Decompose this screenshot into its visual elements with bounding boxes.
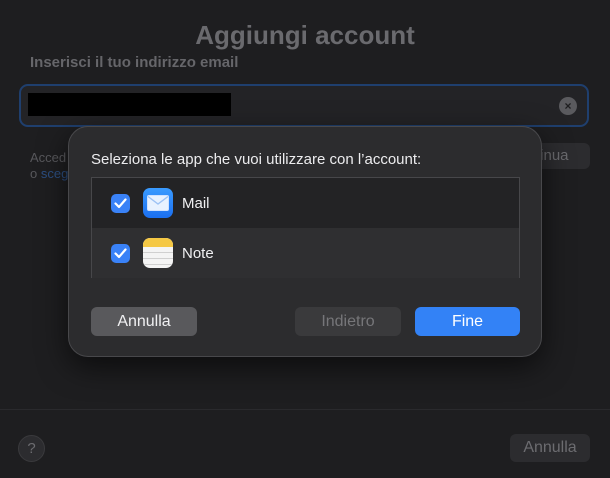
back-button[interactable]: Indietro xyxy=(295,307,401,336)
email-label: Inserisci il tuo indirizzo email xyxy=(30,54,239,71)
redacted-email xyxy=(28,93,231,116)
sheet-title: Seleziona le app che vuoi utilizzare con… xyxy=(91,151,422,168)
notes-icon xyxy=(143,238,173,268)
done-button[interactable]: Fine xyxy=(415,307,520,336)
app-name: Note xyxy=(182,244,214,262)
email-field[interactable]: × xyxy=(19,84,589,127)
mail-checkbox[interactable] xyxy=(111,193,130,213)
help-button[interactable]: ? xyxy=(18,435,45,462)
notes-checkbox[interactable] xyxy=(111,243,130,263)
checkmark-icon xyxy=(114,247,127,258)
app-selection-sheet: Seleziona le app che vuoi utilizzare con… xyxy=(68,126,542,357)
list-item-mail[interactable]: Mail xyxy=(92,178,519,228)
hint-prefix: o xyxy=(30,166,38,181)
divider xyxy=(0,409,610,410)
hint-link[interactable]: sceg xyxy=(41,166,68,181)
checkmark-icon xyxy=(114,197,127,208)
window-cancel-button[interactable]: Annulla xyxy=(510,434,590,462)
app-list: Mail Note xyxy=(91,177,520,278)
list-item-notes[interactable]: Note xyxy=(92,228,519,278)
cancel-button[interactable]: Annulla xyxy=(91,307,197,336)
app-name: Mail xyxy=(182,194,210,212)
clear-icon[interactable]: × xyxy=(559,97,577,115)
mail-icon xyxy=(143,188,173,218)
window-title: Aggiungi account xyxy=(195,20,415,50)
hint-line: Acced xyxy=(30,150,67,165)
sign-in-hint: Acced o sceg xyxy=(30,150,68,182)
